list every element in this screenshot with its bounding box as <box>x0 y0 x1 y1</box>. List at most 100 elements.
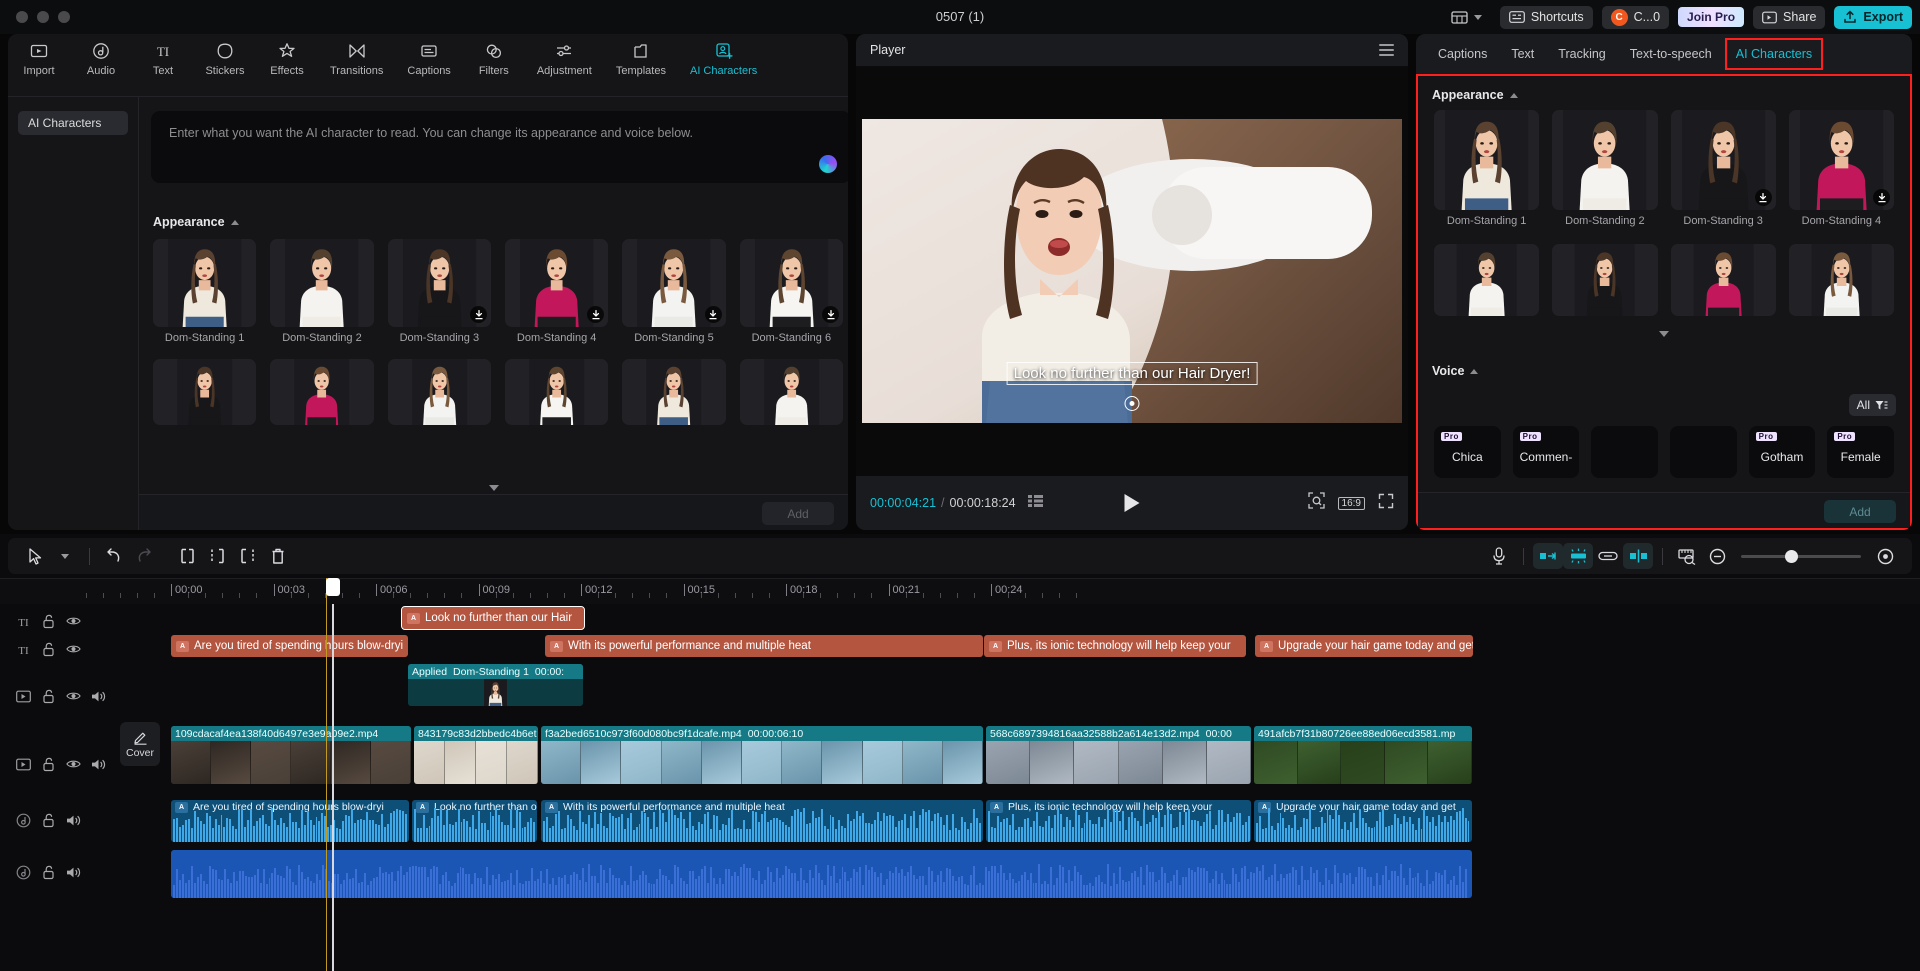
music-clip[interactable] <box>171 850 1472 898</box>
appearance-card[interactable]: Dom-Standing 2 <box>1552 110 1657 227</box>
tab-captions[interactable]: Captions <box>1438 47 1487 61</box>
volume-icon[interactable] <box>91 757 106 772</box>
crop-marker-icon[interactable] <box>1533 543 1563 569</box>
timeline-ruler[interactable]: 00:0000:0300:0600:0900:1200:1500:1800:21… <box>0 578 1920 604</box>
split-left-icon[interactable] <box>173 543 203 569</box>
appearance-card[interactable]: Dom-Standing 3 <box>388 239 491 344</box>
tab-text-to-speech[interactable]: Text-to-speech <box>1630 47 1712 61</box>
appearance-thumbnail[interactable] <box>1434 110 1539 210</box>
appearance-thumbnail[interactable] <box>1434 244 1539 316</box>
appearance-thumbnail[interactable] <box>1552 244 1657 316</box>
chevron-down-icon[interactable] <box>50 543 80 569</box>
appearance-card[interactable] <box>153 359 256 425</box>
video-clip[interactable]: 491afcb7f31b80726ee88ed06ecd3581.mp <box>1254 726 1472 784</box>
undo-icon[interactable] <box>99 543 129 569</box>
lock-icon[interactable] <box>41 614 56 629</box>
toolbar-item-ai-characters[interactable]: AI Characters <box>678 40 769 77</box>
text-clip-selected[interactable]: ALook no further than our Hair <box>402 607 584 629</box>
cover-button[interactable]: Cover <box>120 722 160 766</box>
window-controls[interactable] <box>16 11 70 23</box>
audio-clip[interactable]: A Plus, its ionic technology will help k… <box>986 800 1251 842</box>
video-clip[interactable]: 843179c83d2bbedc4b6et <box>414 726 538 784</box>
select-arrow-icon[interactable] <box>20 543 50 569</box>
rotate-handle-icon[interactable] <box>1125 396 1140 411</box>
fullscreen-icon[interactable] <box>1378 493 1394 514</box>
appearance-thumbnail[interactable] <box>1671 244 1776 316</box>
appearance-thumbnail[interactable] <box>505 359 608 425</box>
download-icon[interactable] <box>470 306 487 323</box>
appearance-thumbnail[interactable] <box>153 239 256 327</box>
appearance-card[interactable] <box>1552 244 1657 316</box>
voice-section-header[interactable]: Voice <box>1432 364 1478 378</box>
expand-more-icon[interactable] <box>489 485 499 491</box>
appearance-card[interactable]: Dom-Standing 4 <box>505 239 608 344</box>
hamburger-icon[interactable] <box>1379 41 1394 59</box>
appearance-thumbnail[interactable] <box>622 239 725 327</box>
lock-icon[interactable] <box>41 865 56 880</box>
video-preview[interactable]: Look no further than our Hair Dryer! <box>862 119 1402 423</box>
download-icon[interactable] <box>1873 189 1890 206</box>
ai-assistant-icon[interactable] <box>819 155 837 173</box>
right-add-button[interactable]: Add <box>1824 500 1896 523</box>
split-right-icon[interactable] <box>233 543 263 569</box>
appearance-card[interactable] <box>1434 244 1539 316</box>
appearance-thumbnail[interactable] <box>270 239 373 327</box>
appearance-card[interactable] <box>740 359 843 425</box>
close-icon[interactable] <box>16 11 28 23</box>
text-clip[interactable]: AWith its powerful performance and multi… <box>545 635 983 657</box>
appearance-card[interactable]: Dom-Standing 2 <box>270 239 373 344</box>
appearance-card[interactable] <box>1789 244 1894 316</box>
appearance-thumbnail[interactable] <box>153 359 256 425</box>
appearance-section-header[interactable]: Appearance <box>153 215 239 229</box>
markers-icon[interactable] <box>1028 494 1044 512</box>
audio-clip[interactable]: A Look no further than o <box>412 800 537 842</box>
join-pro-button[interactable]: Join Pro <box>1678 7 1744 27</box>
voice-card[interactable]: ProFemale <box>1827 426 1894 478</box>
appearance-card[interactable]: Dom-Standing 5 <box>622 239 725 344</box>
appearance-thumbnail[interactable] <box>505 239 608 327</box>
toolbar-item-stickers[interactable]: Stickers <box>194 40 256 77</box>
auto-sync-icon[interactable] <box>1563 543 1593 569</box>
video-clip[interactable]: f3a2bed6510c973f60d080bc9f1dcafe.mp4 00:… <box>541 726 983 784</box>
audio-clip[interactable]: A With its powerful performance and mult… <box>541 800 983 842</box>
appearance-card[interactable] <box>622 359 725 425</box>
redo-icon[interactable] <box>129 543 159 569</box>
share-button[interactable]: Share <box>1753 6 1825 29</box>
download-icon[interactable] <box>822 306 839 323</box>
text-clip[interactable]: AUpgrade your hair game today and get <box>1255 635 1473 657</box>
appearance-card[interactable]: Dom-Standing 3 <box>1671 110 1776 227</box>
lock-icon[interactable] <box>41 813 56 828</box>
split-align-icon[interactable] <box>1623 543 1653 569</box>
tab-text[interactable]: Text <box>1511 47 1534 61</box>
link-icon[interactable] <box>1593 543 1623 569</box>
appearance-card[interactable]: Dom-Standing 1 <box>153 239 256 344</box>
video-track-icon[interactable] <box>16 689 31 704</box>
prompt-input[interactable]: Enter what you want the AI character to … <box>151 111 848 183</box>
toolbar-item-audio[interactable]: Audio <box>70 40 132 77</box>
audio-track-icon[interactable] <box>16 865 31 880</box>
voice-filter-button[interactable]: All <box>1849 394 1896 416</box>
shortcuts-button[interactable]: Shortcuts <box>1500 6 1593 29</box>
aspect-ratio-button[interactable]: 16:9 <box>1338 497 1365 510</box>
download-icon[interactable] <box>705 306 722 323</box>
lock-icon[interactable] <box>41 689 56 704</box>
appearance-card[interactable]: Dom-Standing 6 <box>740 239 843 344</box>
voice-card[interactable]: ProCommen- <box>1513 426 1580 478</box>
toolbar-item-filters[interactable]: Filters <box>463 40 525 77</box>
appearance-thumbnail[interactable] <box>622 359 725 425</box>
appearance-card[interactable] <box>505 359 608 425</box>
appearance-thumbnail[interactable] <box>1671 110 1776 210</box>
appearance-thumbnail[interactable] <box>270 359 373 425</box>
audio-clip[interactable]: A Upgrade your hair game today and get <box>1254 800 1472 842</box>
snapshot-icon[interactable] <box>1308 492 1325 514</box>
appearance-thumbnail[interactable] <box>740 359 843 425</box>
toolbar-item-captions[interactable]: Captions <box>395 40 462 77</box>
toolbar-item-transitions[interactable]: Transitions <box>318 40 395 77</box>
playhead[interactable] <box>332 604 334 971</box>
text-clip[interactable]: APlus, its ionic technology will help ke… <box>984 635 1246 657</box>
appearance-card[interactable]: Dom-Standing 1 <box>1434 110 1539 227</box>
export-button[interactable]: Export <box>1834 6 1912 29</box>
eye-icon[interactable] <box>66 689 81 704</box>
lock-icon[interactable] <box>41 757 56 772</box>
eye-icon[interactable] <box>66 614 81 629</box>
